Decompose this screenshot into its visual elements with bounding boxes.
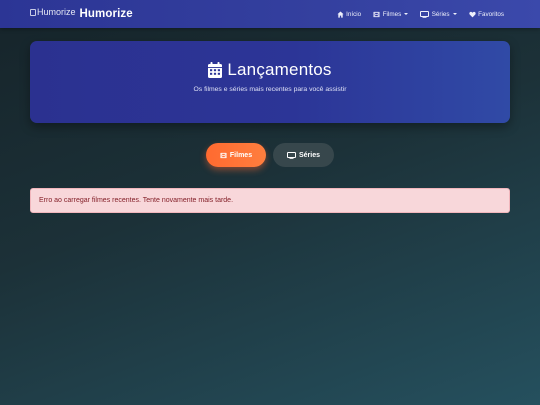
chevron-down-icon — [452, 13, 457, 15]
error-alert: Erro ao carregar filmes recentes. Tente … — [30, 188, 510, 213]
film-icon — [220, 152, 227, 158]
broken-image-icon — [30, 8, 36, 16]
hero-title: Lançamentos — [30, 60, 510, 80]
chevron-down-icon — [404, 13, 409, 15]
nav-links: Início Filmes Séries Favoritos — [325, 0, 504, 28]
tv-icon — [286, 151, 296, 159]
tab-series[interactable]: Séries — [273, 143, 334, 167]
brand-logo-alt: Humorize — [37, 7, 76, 17]
nav-item-filmes[interactable]: Filmes — [373, 10, 409, 18]
nav-item-label: Favoritos — [478, 10, 504, 18]
page-subtitle: Os filmes e séries mais recentes para vo… — [193, 86, 347, 93]
page-title: Lançamentos — [227, 60, 332, 79]
tab-filmes[interactable]: Filmes — [206, 143, 266, 167]
nav-item-inicio[interactable]: Início — [337, 10, 362, 18]
nav-item-label: Filmes — [382, 10, 402, 18]
brand-name[interactable]: Humorize — [80, 8, 133, 20]
calendar-icon — [208, 62, 223, 78]
nav-item-favoritos[interactable]: Favoritos — [468, 10, 504, 18]
brand-logo[interactable]: Humorize — [30, 5, 76, 19]
tab-label: Filmes — [229, 151, 253, 159]
error-message: Erro ao carregar filmes recentes. Tente … — [39, 197, 234, 204]
home-icon — [337, 10, 344, 18]
nav-item-label: Início — [346, 10, 362, 18]
film-icon — [373, 11, 380, 17]
hero-banner: Lançamentos Os filmes e séries mais rece… — [30, 41, 510, 123]
tab-label: Séries — [298, 151, 321, 159]
brand[interactable]: Humorize Humorize — [30, 0, 133, 28]
category-tabs: Filmes Séries — [0, 143, 540, 167]
nav-item-series[interactable]: Séries — [420, 10, 457, 18]
tv-icon — [420, 10, 430, 18]
nav-item-label: Séries — [431, 10, 450, 18]
navbar: Humorize Humorize Início Filmes Séries F… — [0, 0, 540, 28]
heart-icon — [468, 11, 476, 17]
